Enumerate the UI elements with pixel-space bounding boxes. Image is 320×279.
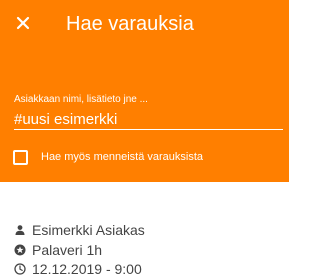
result-service: Palaveri 1h xyxy=(14,240,102,260)
result-item[interactable]: Esimerkki Asiakas Palaveri 1h 12.12.2019… xyxy=(0,198,289,277)
person-icon xyxy=(14,224,26,236)
result-service-name: Palaveri 1h xyxy=(32,242,103,258)
search-input[interactable] xyxy=(14,109,283,130)
page-title: Hae varauksia xyxy=(66,13,194,35)
search-header: Hae varauksia Asiakkaan nimi, lisätieto … xyxy=(0,0,289,182)
result-customer: Esimerkki Asiakas xyxy=(14,220,145,240)
result-customer-name: Esimerkki Asiakas xyxy=(32,222,145,238)
search-label: Asiakkaan nimi, lisätieto jne ... xyxy=(14,94,148,105)
clock-icon xyxy=(14,263,26,275)
include-past-checkbox-row[interactable]: Hae myös menneistä varauksista xyxy=(13,148,203,166)
close-button[interactable] xyxy=(13,13,33,33)
result-datetime: 12.12.2019 - 9:00 xyxy=(14,259,142,279)
include-past-label: Hae myös menneistä varauksista xyxy=(41,151,204,163)
service-icon xyxy=(14,244,26,256)
search-results: Esimerkki Asiakas Palaveri 1h 12.12.2019… xyxy=(0,182,289,277)
close-icon xyxy=(16,16,30,30)
include-past-checkbox[interactable] xyxy=(13,149,28,165)
result-datetime-text: 12.12.2019 - 9:00 xyxy=(32,261,142,277)
